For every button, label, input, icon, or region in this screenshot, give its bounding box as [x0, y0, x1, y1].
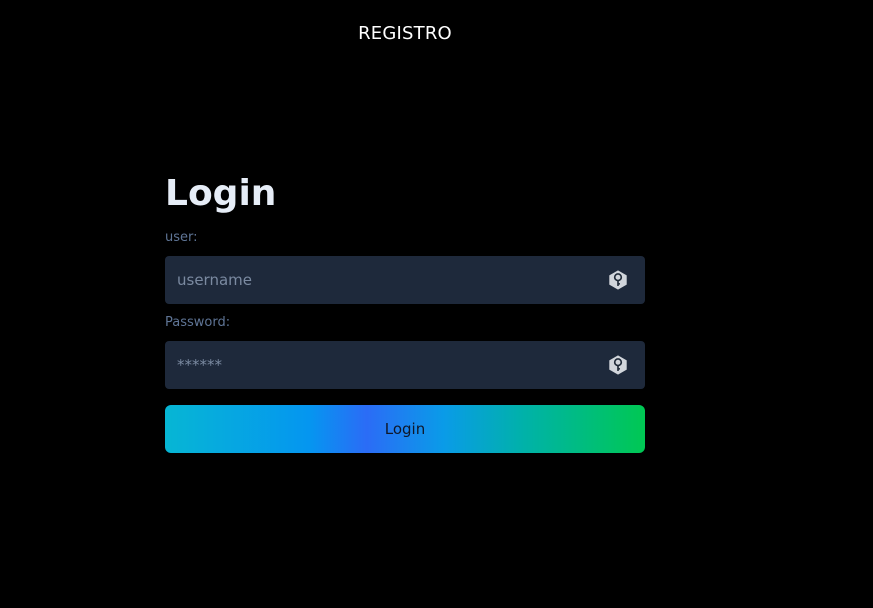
- password-field-container: [165, 341, 645, 389]
- password-label: Password:: [165, 315, 231, 330]
- username-field-container: [165, 256, 645, 304]
- key-hexagon-icon: [609, 355, 627, 375]
- user-label: user:: [165, 230, 198, 245]
- login-form: Login user: Password: Login: [165, 172, 645, 453]
- login-button[interactable]: Login: [165, 405, 645, 453]
- login-page: REGISTRO Login user: Password: Login: [0, 0, 873, 608]
- password-input[interactable]: [165, 341, 645, 389]
- username-input[interactable]: [165, 256, 645, 304]
- key-hexagon-icon: [609, 270, 627, 290]
- register-link[interactable]: REGISTRO: [0, 23, 810, 44]
- login-title: Login: [165, 173, 277, 214]
